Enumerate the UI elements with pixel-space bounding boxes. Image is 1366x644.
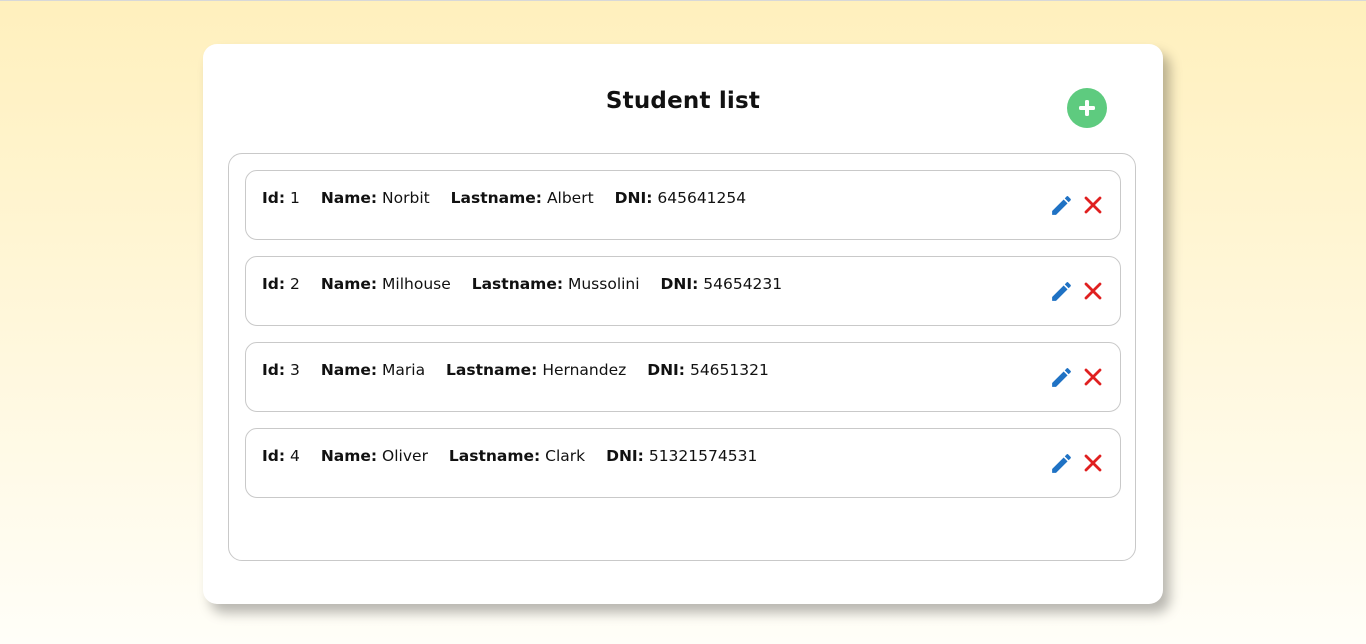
student-lastname: Albert bbox=[546, 189, 594, 207]
edit-button[interactable] bbox=[1048, 450, 1074, 476]
lastname-label: Lastname: bbox=[448, 447, 541, 465]
student-id: 2 bbox=[290, 275, 300, 293]
list-item: Id: 2 Name: Milhouse Lastname: Mussolini… bbox=[245, 256, 1121, 326]
pencil-icon bbox=[1051, 195, 1071, 215]
row-actions bbox=[1048, 278, 1106, 304]
pencil-icon bbox=[1051, 281, 1071, 301]
student-lastname: Hernandez bbox=[542, 361, 627, 379]
row-actions bbox=[1048, 450, 1106, 476]
dni-label: DNI: bbox=[606, 447, 644, 465]
delete-button[interactable] bbox=[1080, 450, 1106, 476]
student-name: Oliver bbox=[382, 447, 428, 465]
id-label: Id: bbox=[262, 447, 286, 465]
plus-icon bbox=[1079, 100, 1095, 116]
student-id: 1 bbox=[290, 189, 300, 207]
close-icon bbox=[1084, 368, 1102, 386]
close-icon bbox=[1084, 282, 1102, 300]
lastname-label: Lastname: bbox=[471, 275, 564, 293]
pencil-icon bbox=[1051, 367, 1071, 387]
dni-label: DNI: bbox=[660, 275, 699, 293]
student-dni: 54651321 bbox=[689, 361, 769, 379]
student-info: Id: 4 Name: Oliver Lastname: Clark DNI: … bbox=[262, 447, 773, 465]
list-item: Id: 4 Name: Oliver Lastname: Clark DNI: … bbox=[245, 428, 1121, 498]
page-title: Student list bbox=[605, 88, 761, 114]
student-list: Id: 1 Name: Norbit Lastname: Albert DNI:… bbox=[228, 153, 1136, 561]
student-name: Norbit bbox=[382, 189, 430, 207]
delete-button[interactable] bbox=[1080, 278, 1106, 304]
dni-label: DNI: bbox=[614, 189, 653, 207]
row-actions bbox=[1048, 364, 1106, 390]
close-icon bbox=[1084, 454, 1102, 472]
student-list-card: Student list Id: 1 Name: Norbit Lastname… bbox=[203, 44, 1163, 604]
list-item: Id: 3 Name: Maria Lastname: Hernandez DN… bbox=[245, 342, 1121, 412]
name-label: Name: bbox=[320, 189, 378, 207]
student-id: 3 bbox=[290, 361, 300, 379]
student-name: Milhouse bbox=[382, 275, 451, 293]
student-info: Id: 3 Name: Maria Lastname: Hernandez DN… bbox=[262, 361, 785, 379]
add-student-button[interactable] bbox=[1067, 88, 1107, 128]
name-label: Name: bbox=[320, 275, 378, 293]
student-dni: 54654231 bbox=[703, 275, 783, 293]
student-info: Id: 1 Name: Norbit Lastname: Albert DNI:… bbox=[262, 189, 762, 207]
close-icon bbox=[1084, 196, 1102, 214]
name-label: Name: bbox=[320, 361, 378, 379]
row-actions bbox=[1048, 192, 1106, 218]
edit-button[interactable] bbox=[1048, 278, 1074, 304]
id-label: Id: bbox=[262, 189, 286, 207]
dni-label: DNI: bbox=[647, 361, 686, 379]
name-label: Name: bbox=[320, 447, 378, 465]
student-lastname: Clark bbox=[545, 447, 586, 465]
lastname-label: Lastname: bbox=[450, 189, 542, 207]
student-lastname: Mussolini bbox=[567, 275, 640, 293]
student-name: Maria bbox=[382, 361, 426, 379]
id-label: Id: bbox=[262, 275, 286, 293]
edit-button[interactable] bbox=[1048, 192, 1074, 218]
student-info: Id: 2 Name: Milhouse Lastname: Mussolini… bbox=[262, 275, 798, 293]
student-dni: 51321574531 bbox=[648, 447, 758, 465]
student-id: 4 bbox=[290, 447, 300, 465]
pencil-icon bbox=[1051, 453, 1071, 473]
list-item: Id: 1 Name: Norbit Lastname: Albert DNI:… bbox=[245, 170, 1121, 240]
student-dni: 645641254 bbox=[657, 189, 747, 207]
edit-button[interactable] bbox=[1048, 364, 1074, 390]
delete-button[interactable] bbox=[1080, 364, 1106, 390]
lastname-label: Lastname: bbox=[446, 361, 538, 379]
delete-button[interactable] bbox=[1080, 192, 1106, 218]
id-label: Id: bbox=[262, 361, 286, 379]
